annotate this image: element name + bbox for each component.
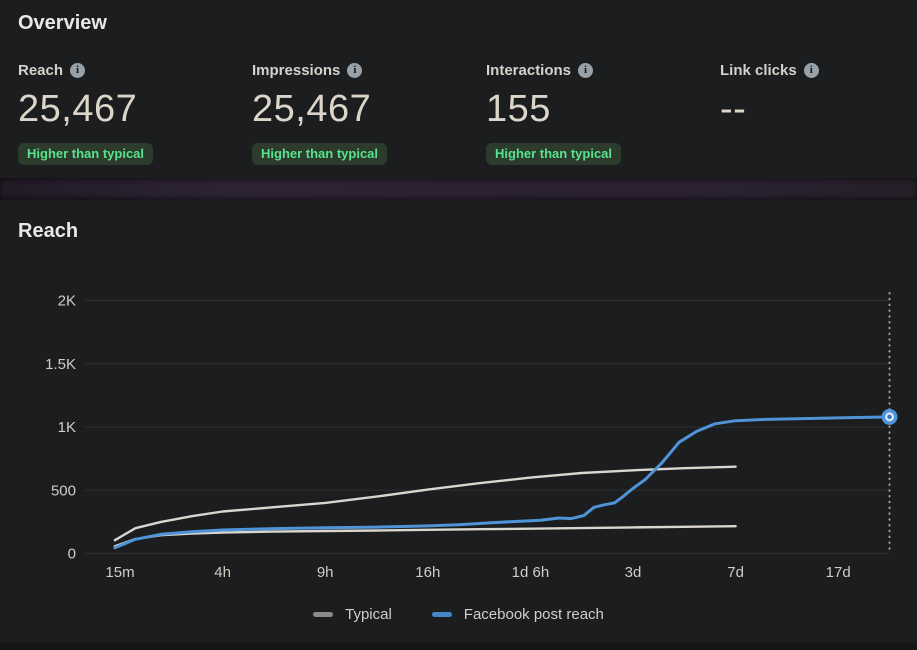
x-tick-label: 9h [317, 564, 334, 581]
metric-card-interactions: Interactions i 155 Higher than typical [486, 60, 720, 165]
metric-label: Link clicks [720, 61, 797, 79]
x-tick-label: 16h [415, 564, 440, 581]
bottom-edge-strip [0, 643, 917, 650]
x-tick-label: 4h [214, 564, 231, 581]
metric-value: 155 [486, 88, 551, 130]
typical-line-swatch [313, 612, 334, 617]
metric-value: 25,467 [18, 88, 138, 130]
metric-value: 25,467 [252, 88, 372, 130]
legend-label: Typical [345, 606, 392, 623]
x-tick-label: 7d [727, 564, 744, 581]
metric-label: Impressions [252, 61, 341, 79]
higher-than-typical-badge: Higher than typical [252, 143, 388, 165]
x-tick-label: 15m [105, 564, 134, 581]
metric-card-impressions: Impressions i 25,467 Higher than typical [252, 60, 486, 165]
overview-section-title: Overview [18, 12, 107, 34]
info-icon[interactable]: i [578, 62, 594, 78]
metric-label: Interactions [486, 61, 572, 79]
x-tick-label: 17d [826, 564, 851, 581]
y-tick-label: 500 [51, 482, 76, 499]
info-icon[interactable]: i [70, 62, 86, 78]
section-divider [0, 178, 917, 200]
y-tick-label: 0 [68, 546, 76, 563]
series-typical-lower [113, 524, 737, 548]
metrics-row: Reach i 25,467 Higher than typical Impre… [18, 60, 917, 165]
insights-page: Overview Reach i 25,467 Higher than typi… [0, 0, 917, 650]
endpoint-marker[interactable] [887, 414, 892, 420]
x-tick-label: 1d 6h [512, 564, 550, 581]
metric-card-reach: Reach i 25,467 Higher than typical [18, 60, 252, 165]
metric-value: -- [720, 88, 747, 130]
y-tick-label: 2K [58, 293, 76, 310]
info-icon[interactable]: i [803, 62, 819, 78]
legend-item-typical[interactable]: Typical [313, 606, 392, 623]
higher-than-typical-badge: Higher than typical [18, 143, 154, 165]
reach-line-swatch [431, 612, 452, 617]
y-tick-label: 1K [58, 419, 76, 436]
legend-item-facebook-post-reach[interactable]: Facebook post reach [431, 606, 604, 623]
reach-section-title: Reach [18, 220, 79, 242]
reach-chart[interactable]: 0 500 1K 1.5K 2K 15m 4h 9h 16h 1d 6h 3d 7d 17d [0, 280, 917, 600]
metric-label: Reach [18, 61, 64, 79]
higher-than-typical-badge: Higher than typical [486, 143, 622, 165]
info-icon[interactable]: i [347, 62, 363, 78]
y-tick-label: 1.5K [45, 356, 76, 373]
legend-label: Facebook post reach [463, 606, 604, 623]
x-tick-label: 3d [625, 564, 642, 581]
chart-legend: Typical Facebook post reach [0, 606, 917, 623]
metric-card-link-clicks: Link clicks i -- [720, 60, 917, 165]
